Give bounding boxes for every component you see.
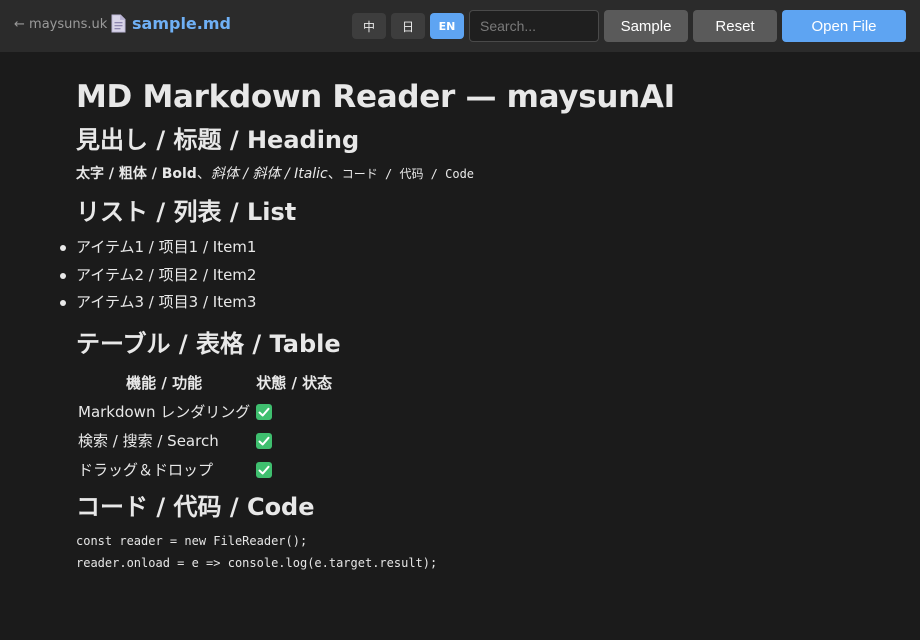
code-line: const reader = new FileReader(); bbox=[76, 533, 308, 548]
list-item: アイテム1 / 项目1 / Item1 bbox=[60, 234, 896, 262]
open-file-button[interactable]: Open File bbox=[782, 10, 906, 42]
file-name: sample.md bbox=[132, 14, 231, 33]
list-item: アイテム3 / 项目3 / Item3 bbox=[60, 289, 896, 317]
table-cell-feature: Markdown レンダリング bbox=[78, 402, 251, 421]
table-cell-status bbox=[253, 426, 335, 455]
code-block: const reader = new FileReader(); reader.o… bbox=[76, 530, 896, 574]
markdown-preview: MD Markdown Reader — maysunAI 見出し / 标题 /… bbox=[60, 78, 896, 574]
table-cell-feature: 検索 / 搜索 / Search bbox=[78, 431, 219, 450]
formatting-paragraph: 太字 / 粗体 / Bold、斜体 / 斜体 / Italic、コード / 代码… bbox=[76, 163, 896, 185]
code-line: reader.onload = e => console.log(e.targe… bbox=[76, 555, 438, 570]
section-heading-title: 見出し / 标题 / Heading bbox=[76, 126, 360, 154]
bold-text: 太字 / 粗体 / Bold bbox=[76, 166, 197, 182]
table-header-row: 機能 / 功能 状態 / 状态 bbox=[75, 369, 335, 397]
italic-text: 斜体 / 斜体 / Italic bbox=[210, 166, 328, 182]
reset-button[interactable]: Reset bbox=[693, 10, 777, 42]
document-icon bbox=[111, 14, 126, 33]
feature-table: 機能 / 功能 状態 / 状态 Markdown レンダリング 検索 / 搜索 … bbox=[75, 369, 335, 484]
file-label: sample.md bbox=[111, 14, 231, 33]
section-table-title: テーブル / 表格 / Table bbox=[76, 329, 341, 358]
table-row: 検索 / 搜索 / Search bbox=[75, 426, 335, 455]
check-icon bbox=[256, 461, 273, 478]
language-zh-button[interactable]: 中 bbox=[352, 13, 386, 39]
language-en-button[interactable]: EN bbox=[430, 13, 464, 39]
table-header-status: 状態 / 状态 bbox=[256, 374, 333, 392]
toolbar: ← maysuns.uk sample.md 中 日 EN Sample Res… bbox=[0, 0, 920, 52]
sample-button[interactable]: Sample bbox=[604, 10, 688, 42]
table-header-feature: 機能 / 功能 bbox=[126, 374, 203, 392]
separator-text: 、 bbox=[196, 166, 211, 182]
separator-text: 、 bbox=[327, 166, 342, 182]
table-cell-status bbox=[253, 397, 335, 426]
inline-code: コード / 代码 / Code bbox=[341, 167, 475, 181]
language-ja-button[interactable]: 日 bbox=[391, 13, 425, 39]
section-code-title: コード / 代码 / Code bbox=[76, 492, 315, 521]
back-link[interactable]: ← maysuns.uk bbox=[14, 17, 107, 32]
table-cell-status bbox=[253, 455, 335, 484]
bullet-list: アイテム1 / 项目1 / Item1 アイテム2 / 项目2 / Item2 … bbox=[60, 234, 896, 317]
list-item: アイテム2 / 项目2 / Item2 bbox=[60, 262, 896, 290]
table-row: Markdown レンダリング bbox=[75, 397, 335, 426]
table-cell-feature: ドラッグ＆ドロップ bbox=[78, 460, 214, 479]
check-icon bbox=[256, 432, 273, 449]
search-input[interactable] bbox=[469, 10, 599, 42]
table-row: ドラッグ＆ドロップ bbox=[75, 455, 335, 484]
section-list-title: リスト / 列表 / List bbox=[76, 198, 297, 226]
check-icon bbox=[256, 403, 273, 420]
document-title: MD Markdown Reader — maysunAI bbox=[76, 79, 675, 115]
